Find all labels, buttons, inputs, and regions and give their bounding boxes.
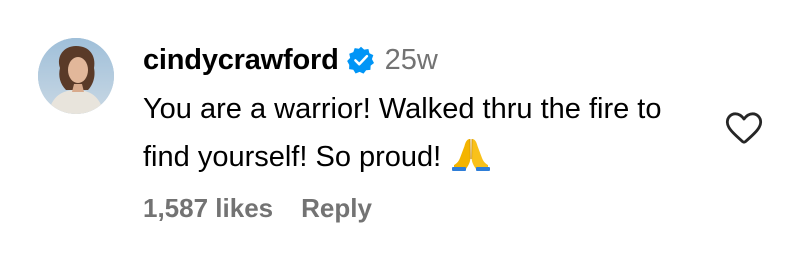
comment: cindycrawford 25w You are a warrior! Wal… — [0, 0, 800, 270]
heart-outline-icon[interactable] — [724, 108, 764, 148]
avatar[interactable] — [38, 38, 114, 114]
avatar-image — [38, 38, 114, 114]
timestamp[interactable]: 25w — [385, 44, 438, 77]
reply-button[interactable]: Reply — [301, 193, 372, 224]
comment-header: cindycrawford 25w — [143, 40, 438, 80]
username[interactable]: cindycrawford — [143, 44, 339, 77]
folded-hands-emoji-icon — [451, 136, 491, 172]
comment-body: You are a warrior! Walked thru the fire … — [143, 85, 703, 181]
verified-badge-icon — [346, 46, 375, 74]
comment-text: You are a warrior! Walked thru the fire … — [143, 93, 662, 173]
comment-actions: 1,587 likes Reply — [143, 190, 372, 226]
likes-count[interactable]: 1,587 likes — [143, 193, 273, 224]
